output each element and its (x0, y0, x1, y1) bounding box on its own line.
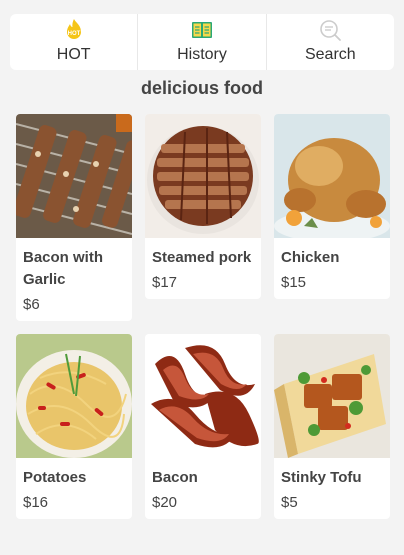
food-name: Steamed pork (152, 249, 252, 266)
bacon-image (145, 334, 261, 458)
food-card-stinky-tofu[interactable]: Stinky Tofu $5 (274, 334, 390, 519)
steamed-pork-image (145, 114, 261, 238)
food-card-chicken[interactable]: Chicken $15 (274, 114, 390, 299)
potatoes-image (16, 334, 132, 458)
top-nav: HOT HOT History Search (10, 14, 394, 70)
bacon-with-garlic-image (16, 114, 132, 238)
food-price: $20 (152, 494, 178, 511)
hot-flame-icon: HOT (66, 19, 81, 39)
section-title: delicious food (140, 78, 263, 98)
food-card-potatoes[interactable]: Potatoes $16 (16, 334, 132, 519)
food-card-bacon[interactable]: Bacon $20 (145, 334, 261, 519)
food-name: Potatoes (23, 469, 87, 486)
food-name: Bacon with Garlic (23, 249, 104, 288)
food-price: $17 (152, 274, 178, 291)
food-name: Bacon (152, 469, 198, 486)
search-icon (320, 20, 342, 41)
hot-badge-text: HOT (67, 31, 80, 37)
open-book-icon (191, 22, 212, 38)
food-price: $15 (281, 274, 307, 291)
food-price: $6 (23, 296, 40, 313)
food-price: $5 (281, 494, 298, 511)
food-name: Chicken (281, 249, 340, 266)
food-grid: Bacon with Garlic $6 Steamed pork $17 Ch… (16, 114, 390, 519)
food-price: $16 (23, 494, 49, 511)
food-card-bacon-with-garlic[interactable]: Bacon with Garlic $6 (16, 114, 132, 321)
stinky-tofu-image (274, 334, 390, 458)
nav-item-history[interactable]: History (137, 14, 265, 70)
nav-label-hot: HOT (56, 46, 91, 63)
nav-label-history: History (177, 46, 227, 63)
nav-item-hot[interactable]: HOT HOT (10, 14, 137, 70)
nav-label-search: Search (304, 46, 356, 63)
food-card-steamed-pork[interactable]: Steamed pork $17 (145, 114, 261, 299)
chicken-image (274, 114, 390, 238)
food-name: Stinky Tofu (281, 469, 362, 486)
nav-item-search[interactable]: Search (265, 14, 394, 70)
